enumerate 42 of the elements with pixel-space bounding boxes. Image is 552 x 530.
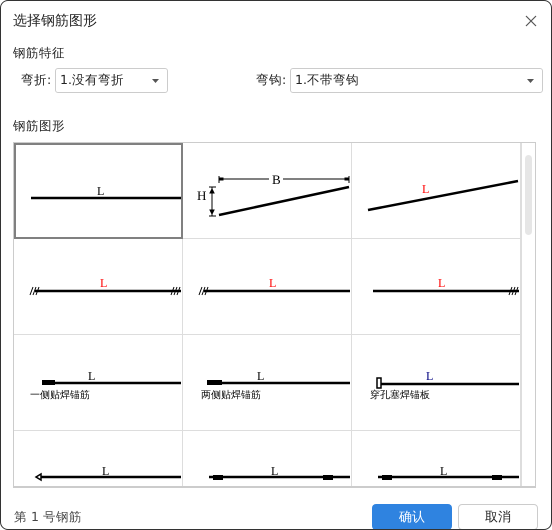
length-label: L bbox=[269, 276, 276, 290]
close-icon[interactable] bbox=[525, 15, 537, 27]
status-text: 第 1 号钢筋 bbox=[14, 508, 82, 526]
shape-cell[interactable]: L bbox=[14, 239, 183, 335]
shape-cell[interactable]: L 两侧贴焊锚筋 bbox=[183, 335, 352, 431]
bend-dropdown[interactable]: 1.没有弯折 bbox=[55, 68, 168, 93]
shape-cell[interactable]: L bbox=[14, 431, 183, 486]
section-heading: 钢筋特征 bbox=[12, 44, 66, 61]
rebar-caption: 两侧贴焊锚筋 bbox=[201, 390, 261, 401]
width-label: B bbox=[272, 172, 281, 187]
height-label: H bbox=[197, 188, 206, 203]
shape-cell[interactable]: L 一侧贴焊锚筋 bbox=[14, 335, 183, 431]
bend-label: 弯折: bbox=[21, 72, 52, 89]
shape-cell[interactable]: L bbox=[14, 143, 183, 239]
shape-cell[interactable]: H B bbox=[183, 143, 352, 239]
shape-cell[interactable]: L bbox=[352, 143, 521, 239]
length-label: L bbox=[88, 369, 96, 383]
shape-cell[interactable]: L bbox=[183, 239, 352, 335]
height-dimension-drawing bbox=[208, 186, 216, 216]
length-label: L bbox=[271, 464, 278, 478]
hook-dropdown[interactable]: 1.不带弯钩 bbox=[290, 68, 543, 93]
shape-cell[interactable]: L 穿孔塞焊锚板 bbox=[352, 335, 521, 431]
caret-icon bbox=[152, 78, 159, 82]
shape-cell[interactable]: L bbox=[352, 239, 521, 335]
scrollbar-thumb[interactable] bbox=[525, 155, 532, 235]
shape-cell[interactable]: L bbox=[183, 431, 352, 486]
section-heading: 钢筋图形 bbox=[12, 117, 66, 134]
length-label: L bbox=[257, 369, 264, 383]
caret-icon bbox=[527, 78, 534, 82]
length-label: L bbox=[438, 276, 446, 290]
dialog-title: 选择钢筋图形 bbox=[13, 12, 97, 30]
length-label: L bbox=[100, 276, 108, 290]
length-label: L bbox=[422, 182, 430, 196]
cancel-button[interactable]: 取消 bbox=[458, 504, 538, 529]
length-label: L bbox=[426, 369, 434, 383]
confirm-button[interactable]: 确认 bbox=[372, 504, 452, 529]
length-label: L bbox=[97, 184, 104, 198]
length-label: L bbox=[440, 464, 448, 478]
length-label: L bbox=[102, 464, 110, 478]
rebar-caption: 一侧贴焊锚筋 bbox=[30, 390, 90, 401]
rebar-caption: 穿孔塞焊锚板 bbox=[370, 390, 430, 401]
hook-label: 弯钩: bbox=[256, 72, 288, 89]
